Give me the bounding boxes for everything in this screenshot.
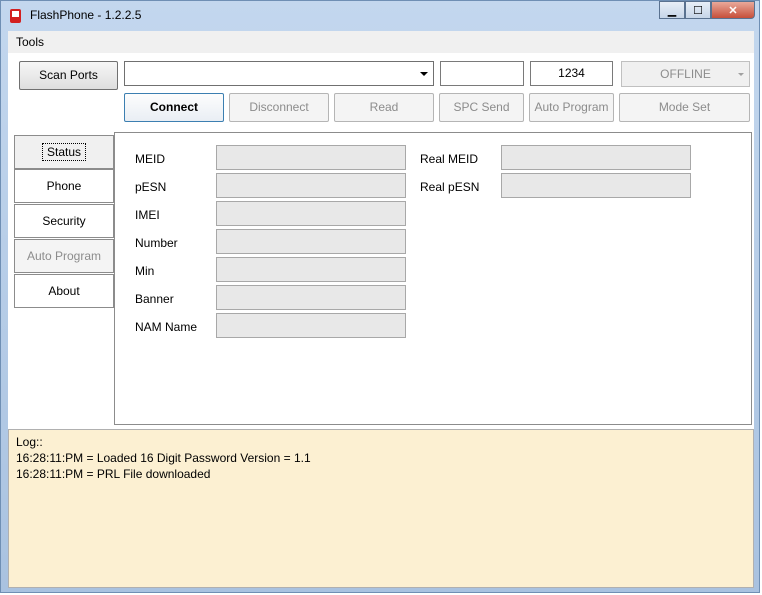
log-panel[interactable]: Log:: 16:28:11:PM = Loaded 16 Digit Pass… (8, 429, 754, 588)
read-button[interactable]: Read (334, 93, 434, 122)
spc-input[interactable]: 1234 (530, 61, 613, 86)
status-value: OFFLINE (660, 67, 711, 81)
real-pesn-label: Real pESN (420, 180, 480, 194)
port-select[interactable] (124, 61, 434, 86)
tab-auto-program[interactable]: Auto Program (14, 239, 114, 273)
tab-status-label: Status (41, 143, 87, 161)
nam-name-field[interactable] (216, 313, 406, 338)
connect-button[interactable]: Connect (124, 93, 224, 122)
menu-tools[interactable]: Tools (16, 35, 44, 49)
scan-ports-button[interactable]: Scan Ports (19, 61, 118, 90)
app-icon (10, 9, 21, 23)
imei-label: IMEI (135, 208, 160, 222)
pesn-label: pESN (135, 180, 167, 194)
title-bar[interactable]: FlashPhone - 1.2.2.5 ▁ ☐ ✕ (1, 1, 761, 31)
disconnect-button[interactable]: Disconnect (229, 93, 329, 122)
status-select: OFFLINE (621, 61, 750, 87)
tab-status[interactable]: Status (14, 135, 114, 169)
real-pesn-field[interactable] (501, 173, 691, 198)
min-field[interactable] (216, 257, 406, 282)
app-window: FlashPhone - 1.2.2.5 ▁ ☐ ✕ Tools Scan Po… (0, 0, 760, 593)
log-line: 16:28:11:PM = PRL File downloaded (16, 467, 211, 481)
meid-field[interactable] (216, 145, 406, 170)
mode-set-button[interactable]: Mode Set (619, 93, 750, 122)
tab-about[interactable]: About (14, 274, 114, 308)
nam-name-label: NAM Name (135, 320, 198, 334)
chevron-down-icon (420, 72, 428, 76)
real-meid-field[interactable] (501, 145, 691, 170)
status-panel: MEID pESN IMEI Number Min Banner NAM Nam… (114, 132, 752, 425)
log-header: Log:: (16, 435, 43, 449)
banner-field[interactable] (216, 285, 406, 310)
log-line: 16:28:11:PM = Loaded 16 Digit Password V… (16, 451, 311, 465)
number-label: Number (135, 236, 178, 250)
tab-phone[interactable]: Phone (14, 169, 114, 203)
number-field[interactable] (216, 229, 406, 254)
window-title: FlashPhone - 1.2.2.5 (30, 8, 142, 22)
spc-send-button[interactable]: SPC Send (439, 93, 524, 122)
maximize-button[interactable]: ☐ (685, 1, 711, 19)
banner-label: Banner (135, 292, 174, 306)
min-label: Min (135, 264, 155, 278)
chevron-down-icon (738, 73, 744, 76)
real-meid-label: Real MEID (420, 152, 479, 166)
input-field[interactable] (440, 61, 524, 86)
imei-field[interactable] (216, 201, 406, 226)
menu-bar: Tools (8, 31, 754, 53)
auto-program-button[interactable]: Auto Program (529, 93, 614, 122)
tab-security[interactable]: Security (14, 204, 114, 238)
pesn-field[interactable] (216, 173, 406, 198)
meid-label: MEID (135, 152, 165, 166)
close-button[interactable]: ✕ (711, 1, 755, 19)
client-area: Tools Scan Ports 1234 OFFLINE Connect Di… (8, 31, 754, 588)
minimize-button[interactable]: ▁ (659, 1, 685, 19)
